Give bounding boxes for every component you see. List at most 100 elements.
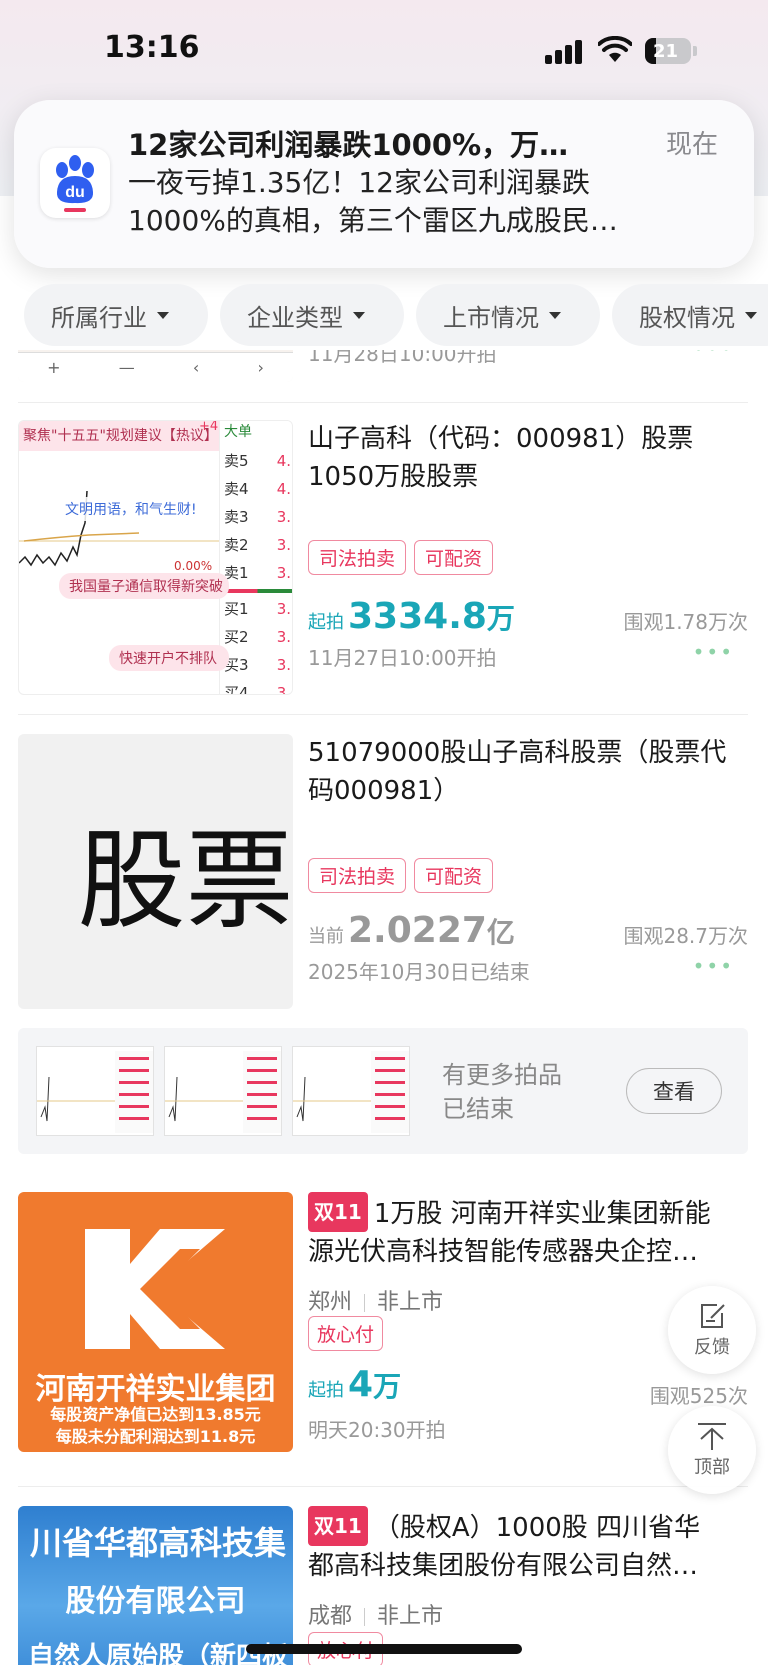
battery-icon: 21 [645,38,691,64]
item-title[interactable]: 双11 （股权A）1000股 四川省华 都高科技集团股份有限公司自然… [308,1506,748,1585]
list-item[interactable]: 河南开祥实业集团 每股资产净值已达到13.85元 每股未分配利润达到11.8元 … [18,1192,748,1452]
item-date: 明天20:30开拍 [308,1418,446,1442]
list-item[interactable]: 聚焦"十五五"规划建议【热议】 +4.12% 大单 卖54. 卖44. 卖33.… [18,420,748,695]
price-row: 起拍 3334.8 万 [308,596,515,637]
tag-judicial-auction: 司法拍卖 [308,858,407,893]
thumb-sell-val: 4. [276,452,291,470]
item-city: 郑州 [308,1290,353,1315]
item-city: 成都 [308,1604,353,1629]
double11-badge: 双11 [308,1192,368,1232]
cellular-signal-icon [545,40,585,64]
thumb-company: 河南开祥实业集团 [35,1372,276,1407]
home-indicator[interactable] [246,1644,522,1654]
price-unit: 万 [486,602,515,635]
item-title[interactable]: 山子高科（代码：000981）股票1050万股股票 [308,420,748,496]
ended-text-line: 已结束 [442,1095,514,1123]
more-dots-icon[interactable]: ••• [693,640,734,664]
notification-body-line: 1000%的真相，第三个雷区九成股民… [128,204,618,237]
tag-list: 司法拍卖 可配资 [308,858,494,893]
caret-down-icon [549,311,561,319]
filter-equity-status[interactable]: 股权情况 [612,284,768,346]
thumb-big-label: 大单 [224,424,252,440]
price-row: 起拍 4 万 [308,1364,401,1405]
price-label: 起拍 [308,1380,344,1401]
tag-list: 司法拍卖 可配资 [308,540,494,575]
battery-level: 21 [653,41,679,62]
item-date: 11月27日10:00开拍 [308,646,497,670]
thumb-caption-line: 每股资产净值已达到13.85元 [50,1405,261,1424]
more-dots-icon[interactable]: ••• [693,954,734,978]
view-more-button[interactable]: 查看 [626,1068,722,1114]
price-label: 起拍 [308,612,344,633]
tag-safe-pay: 放心付 [308,1316,384,1351]
price-value: 2.0227 [348,910,487,951]
item-meta: 郑州 非上市 [308,1284,443,1316]
price-unit: 万 [373,1370,402,1403]
edit-icon [701,1304,725,1328]
push-notification[interactable]: du 12家公司利润暴跌1000%，万… 现在 一夜亏掉1.35亿！12家公司利… [14,100,754,268]
ended-text: 有更多拍品 已结束 [442,1058,562,1126]
ended-items-box[interactable]: 有更多拍品 已结束 查看 [18,1028,748,1154]
status-bar: 13:16 21 [0,0,768,100]
thumb-sell-val: 3. [276,508,291,526]
item-title-line: 1万股 河南开祥实业集团新能 [373,1199,711,1229]
feedback-label: 反馈 [694,1337,730,1358]
thumb-big-text: 股票 [77,818,294,944]
thumb-sell-val: 3. [276,564,291,582]
thumb-bubble: 快速开户不排队 [109,645,229,671]
caret-down-icon [745,311,757,319]
notification-body-line: 一夜亏掉1.35亿！12家公司利润暴跌 [128,166,590,199]
item-title[interactable]: 双11 1万股 河南开祥实业集团新能 源光伏高科技智能传感器央企控… [308,1192,748,1271]
item-date: 2025年10月30日已结束 [308,960,530,984]
arrow-up-icon [698,1423,726,1450]
filter-company-type[interactable]: 企业类型 [220,284,404,346]
list-item[interactable]: 川省华都高科技集 股份有限公司 自然人原始股（新四板 双11 （股权A）1000股… [18,1506,748,1665]
thumb-line: 股份有限公司 [65,1584,246,1619]
thumb-sell-val: 4. [276,480,291,498]
baidu-paw-icon: du [40,148,110,218]
item-title-line: 都高科技集团股份有限公司自然… [308,1551,699,1581]
item-thumbnail: 川省华都高科技集 股份有限公司 自然人原始股（新四板 [18,1506,293,1665]
thumb-sell-val: 3. [276,536,291,554]
list-item[interactable]: 股票 51079000股山子高科股票（股票代码000981） 司法拍卖 可配资 … [18,734,748,1009]
tag-judicial-auction: 司法拍卖 [308,540,407,575]
list-item[interactable]: +—‹› 11月28日10:00开拍 ••• [18,350,748,384]
filter-industry[interactable]: 所属行业 [24,284,208,346]
company-logo-icon [85,1229,225,1349]
ended-thumbnail [164,1046,282,1136]
notification-time: 现在 [665,130,718,160]
filter-label: 上市情况 [443,303,539,332]
item-listing: 非上市 [377,1290,444,1315]
thumb-sell-label: 卖2 [224,536,249,554]
price-label: 当前 [308,926,344,947]
caret-down-icon [157,311,169,319]
wifi-icon [598,36,632,62]
thumb-buy-val: 3. [276,628,291,646]
item-meta: 成都 非上市 [308,1598,443,1630]
ended-thumbnail [292,1046,410,1136]
ended-thumbnails [36,1046,410,1136]
item-title-line: 源光伏高科技智能传感器央企控… [308,1237,699,1267]
item-title-line: （股权A）1000股 四川省华 [373,1513,701,1543]
thumb-header: 聚焦"十五五"规划建议【热议】 [19,421,219,451]
view-count: 围观28.7万次 [623,924,748,948]
battery-nub [693,46,697,56]
view-count: 围观1.78万次 [623,610,748,634]
more-dots-icon[interactable]: ••• [693,350,734,360]
top-label: 顶部 [694,1457,730,1478]
price-value: 4 [348,1364,374,1405]
ended-text-line: 有更多拍品 [442,1061,562,1089]
feedback-button[interactable]: 反馈 [668,1286,756,1374]
back-to-top-button[interactable]: 顶部 [668,1406,756,1494]
item-title[interactable]: 51079000股山子高科股票（股票代码000981） [308,734,748,810]
tag-financing: 可配资 [414,858,494,893]
price-unit: 亿 [486,916,515,949]
thumb-sell-label: 卖5 [224,452,249,470]
thumb-bubble: 我国量子通信取得新突破 [59,573,229,599]
thumb-bubble: 文明用语，和气生财! [59,497,203,521]
filter-label: 股权情况 [639,303,735,332]
filter-listing-status[interactable]: 上市情况 [416,284,600,346]
price-value: 3334.8 [348,596,487,637]
price-row: 当前 2.0227 亿 [308,910,515,951]
item-thumbnail: 河南开祥实业集团 每股资产净值已达到13.85元 每股未分配利润达到11.8元 [18,1192,293,1452]
